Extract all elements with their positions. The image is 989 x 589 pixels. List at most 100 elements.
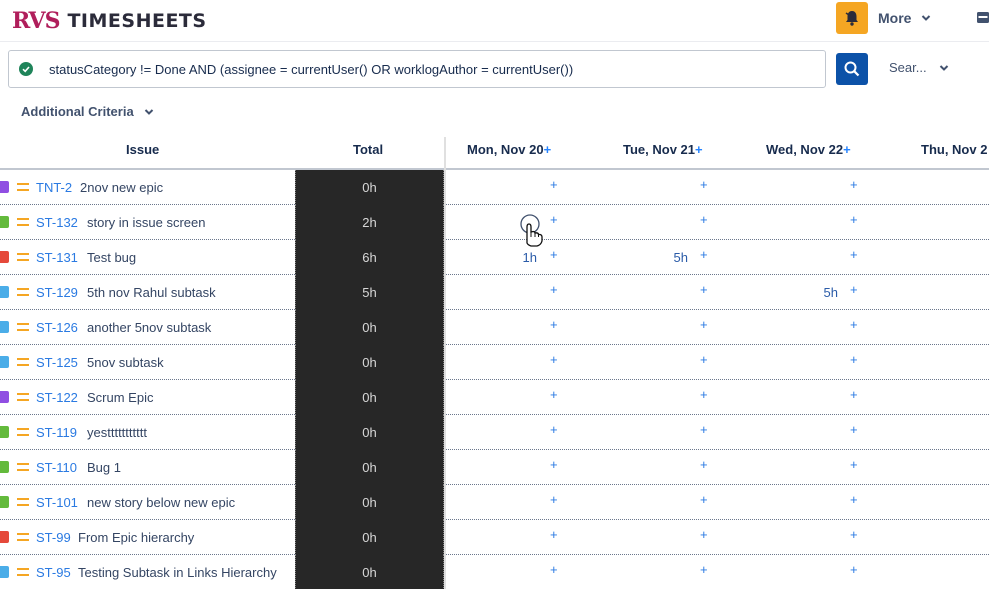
add-worklog-button[interactable]: + xyxy=(850,317,858,332)
add-worklog-button[interactable]: + xyxy=(700,177,708,192)
table-row[interactable]: ST-132 story in issue screen 2h + + + xyxy=(0,205,989,240)
issue-key-link[interactable]: ST-126 xyxy=(36,320,78,335)
issue-key-link[interactable]: ST-101 xyxy=(36,495,78,510)
story-type-icon xyxy=(0,461,9,473)
add-worklog-button[interactable]: + xyxy=(850,527,858,542)
table-row[interactable]: ST-119 yesttttttttttt 0h + + + xyxy=(0,415,989,450)
table-row[interactable]: ST-95 Testing Subtask in Links Hierarchy 0… xyxy=(0,555,989,589)
add-worklog-button[interactable]: + xyxy=(700,317,708,332)
worklog-value[interactable]: 1h xyxy=(523,250,537,265)
additional-criteria-toggle[interactable]: Additional Criteria xyxy=(21,104,154,119)
table-row[interactable]: ST-99 From Epic hierarchy 0h + + + xyxy=(0,520,989,555)
total-cell: 2h xyxy=(295,205,444,240)
issue-summary[interactable]: another 5nov subtask xyxy=(87,320,211,335)
add-worklog-button[interactable]: + xyxy=(700,562,708,577)
add-worklog-button[interactable]: + xyxy=(700,527,708,542)
add-worklog-button[interactable]: + xyxy=(700,457,708,472)
column-header-thu[interactable]: Thu, Nov 2 xyxy=(921,142,987,160)
add-worklog-button[interactable]: + xyxy=(700,422,708,437)
jql-search-input[interactable]: statusCategory != Done AND (assignee = c… xyxy=(8,50,826,88)
table-row[interactable]: ST-110 Bug 1 0h + + + xyxy=(0,450,989,485)
column-header-wed[interactable]: Wed, Nov 22+ xyxy=(766,142,851,160)
add-worklog-button[interactable]: + xyxy=(850,177,858,192)
saved-search-dropdown[interactable]: Sear... xyxy=(889,60,949,75)
day-label: Wed, Nov 22 xyxy=(766,142,844,157)
add-worklog-button[interactable]: + xyxy=(700,352,708,367)
add-worklog-button[interactable]: + xyxy=(850,387,858,402)
add-worklog-button[interactable]: + xyxy=(850,352,858,367)
issue-summary[interactable]: new story below new epic xyxy=(87,495,235,510)
add-worklog-button[interactable]: + xyxy=(700,387,708,402)
add-day-button[interactable]: + xyxy=(695,142,703,157)
add-day-button[interactable]: + xyxy=(544,142,552,157)
add-worklog-button[interactable]: + xyxy=(550,317,558,332)
hand-cursor-icon xyxy=(520,214,543,247)
table-row[interactable]: TNT-2 2nov new epic 0h + + + xyxy=(0,170,989,205)
issue-summary[interactable]: From Epic hierarchy xyxy=(78,530,194,545)
add-worklog-button[interactable]: + xyxy=(550,422,558,437)
worklog-value[interactable]: 5h xyxy=(674,250,688,265)
add-worklog-button[interactable]: + xyxy=(550,247,558,262)
worklog-value[interactable]: 5h xyxy=(824,285,838,300)
column-header-mon[interactable]: Mon, Nov 20+ xyxy=(467,142,551,160)
add-worklog-button[interactable]: + xyxy=(850,492,858,507)
table-row[interactable]: ST-101 new story below new epic 0h + + + xyxy=(0,485,989,520)
issue-key-link[interactable]: ST-131 xyxy=(36,250,78,265)
issue-key-link[interactable]: ST-129 xyxy=(36,285,78,300)
table-row[interactable]: ST-129 5th nov Rahul subtask 5h + +5h + xyxy=(0,275,989,310)
add-worklog-button[interactable]: + xyxy=(550,387,558,402)
frozen-column-divider[interactable] xyxy=(444,137,446,589)
add-worklog-button[interactable]: + xyxy=(550,492,558,507)
issue-key-link[interactable]: TNT-2 xyxy=(36,180,72,195)
issue-summary[interactable]: Scrum Epic xyxy=(87,390,153,405)
total-cell: 0h xyxy=(295,345,444,380)
add-worklog-button[interactable]: + xyxy=(850,457,858,472)
add-worklog-button[interactable]: + xyxy=(550,177,558,192)
table-row[interactable]: ST-126 another 5nov subtask 0h + + + xyxy=(0,310,989,345)
issue-key-link[interactable]: ST-132 xyxy=(36,215,78,230)
add-worklog-button[interactable]: + xyxy=(550,352,558,367)
add-worklog-button[interactable]: + xyxy=(550,212,558,227)
app-logo[interactable]: RVS TIMESHEETS xyxy=(12,6,207,36)
add-worklog-button[interactable]: + xyxy=(700,247,708,262)
issue-summary[interactable]: Bug 1 xyxy=(87,460,121,475)
add-worklog-button[interactable]: + xyxy=(700,282,708,297)
issue-summary[interactable]: story in issue screen xyxy=(87,215,206,230)
table-row[interactable]: ST-131 Test bug 6h 1h +5h + + xyxy=(0,240,989,275)
notifications-button[interactable] xyxy=(836,2,868,34)
add-worklog-button[interactable]: + xyxy=(550,562,558,577)
add-worklog-button[interactable]: + xyxy=(700,492,708,507)
total-cell: 0h xyxy=(295,450,444,485)
add-worklog-button[interactable]: + xyxy=(550,527,558,542)
issue-summary[interactable]: 5th nov Rahul subtask xyxy=(87,285,216,300)
issue-key-link[interactable]: ST-99 xyxy=(36,530,71,545)
column-header-issue[interactable]: Issue xyxy=(126,142,159,160)
issue-key-link[interactable]: ST-95 xyxy=(36,565,71,580)
issue-key-link[interactable]: ST-119 xyxy=(36,425,77,440)
add-worklog-button[interactable]: + xyxy=(850,562,858,577)
issue-key-link[interactable]: ST-110 xyxy=(36,460,77,475)
issue-summary[interactable]: 5nov subtask xyxy=(87,355,164,370)
table-row[interactable]: ST-125 5nov subtask 0h + + + xyxy=(0,345,989,380)
add-day-button[interactable]: + xyxy=(843,142,851,157)
add-worklog-button[interactable]: + xyxy=(550,282,558,297)
search-button[interactable] xyxy=(836,53,868,85)
add-worklog-button[interactable]: + xyxy=(550,457,558,472)
add-worklog-button[interactable]: + xyxy=(850,282,858,297)
column-header-total[interactable]: Total xyxy=(353,142,383,160)
issue-summary[interactable]: Test bug xyxy=(87,250,136,265)
issue-key-link[interactable]: ST-125 xyxy=(36,355,78,370)
add-worklog-button[interactable]: + xyxy=(850,247,858,262)
issue-key-link[interactable]: ST-122 xyxy=(36,390,78,405)
add-worklog-button[interactable]: + xyxy=(850,422,858,437)
add-worklog-button[interactable]: + xyxy=(850,212,858,227)
issue-summary[interactable]: Testing Subtask in Links Hierarchy xyxy=(78,565,277,580)
add-worklog-button[interactable]: + xyxy=(700,212,708,227)
jql-query-text[interactable]: statusCategory != Done AND (assignee = c… xyxy=(49,62,573,77)
column-header-tue[interactable]: Tue, Nov 21+ xyxy=(623,142,703,160)
table-row[interactable]: ST-122 Scrum Epic 0h + + + xyxy=(0,380,989,415)
more-menu-button[interactable]: More xyxy=(878,8,931,28)
calendar-icon[interactable] xyxy=(976,10,989,24)
issue-summary[interactable]: 2nov new epic xyxy=(80,180,163,195)
issue-summary[interactable]: yesttttttttttt xyxy=(87,425,147,440)
